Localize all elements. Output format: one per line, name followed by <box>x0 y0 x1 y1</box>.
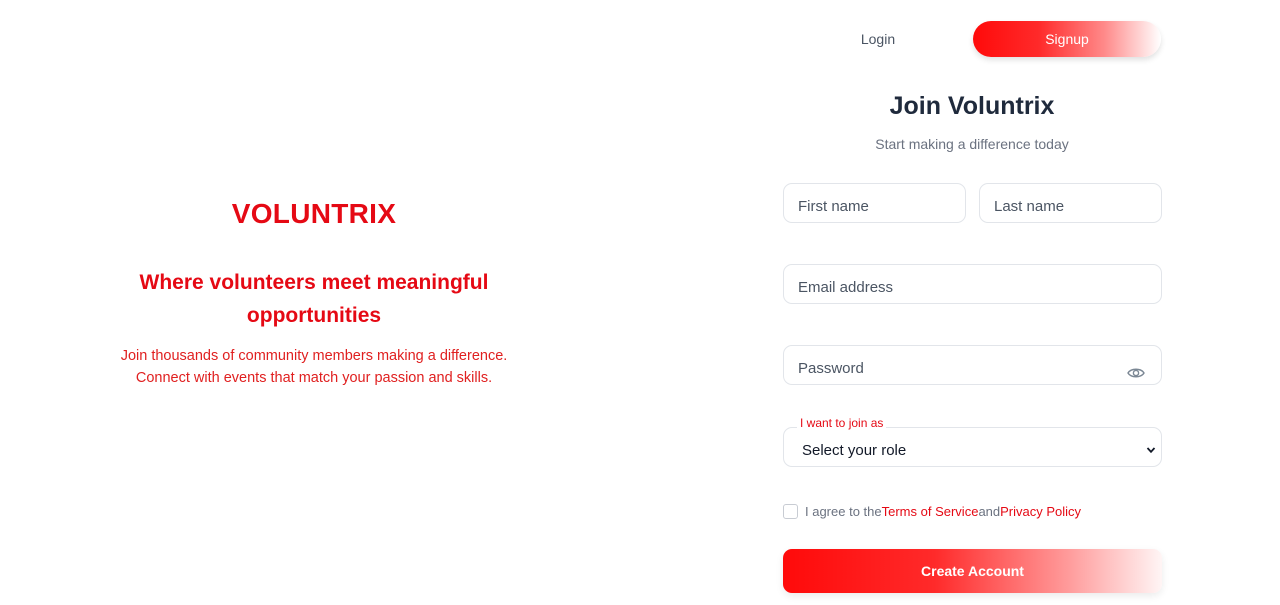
page-title: Join Voluntrix <box>889 92 1055 120</box>
tab-signup[interactable]: Signup <box>973 21 1161 57</box>
terms-link[interactable]: Terms of Service <box>882 504 979 519</box>
last-name-input[interactable] <box>979 183 1162 223</box>
first-name-input[interactable] <box>783 183 966 223</box>
eye-icon[interactable] <box>1127 365 1145 381</box>
terms-agreement: I agree to the Terms of Service and Priv… <box>783 503 1081 519</box>
hero-panel: VOLUNTRIX Where volunteers meet meaningf… <box>0 0 628 605</box>
brand-logo: VOLUNTRIX <box>231 198 397 229</box>
auth-tabs: Login Signup <box>783 21 1161 57</box>
terms-checkbox[interactable] <box>783 503 798 519</box>
tab-login[interactable]: Login <box>783 21 973 57</box>
role-label: I want to join as <box>797 416 887 430</box>
hero-description-line1: Join thousands of community members maki… <box>120 348 508 364</box>
hero-tagline: Where volunteers meet meaningful opportu… <box>139 271 489 327</box>
hero-description-line2: Connect with events that match your pass… <box>135 370 493 386</box>
role-select-value: Select your role <box>802 442 907 459</box>
hero-description: Join thousands of community members maki… <box>90 345 538 389</box>
page-subtitle: Start making a difference today <box>875 136 1069 152</box>
privacy-link[interactable]: Privacy Policy <box>1000 504 1081 519</box>
email-input[interactable] <box>783 264 1162 304</box>
agree-and: and <box>978 503 1001 519</box>
role-select[interactable]: Select your role <box>783 427 1162 467</box>
agree-prefix: I agree to the <box>805 503 882 519</box>
password-input[interactable] <box>783 345 1162 385</box>
chevron-down-icon <box>1146 442 1156 454</box>
create-account-button[interactable]: Create Account <box>783 549 1162 593</box>
